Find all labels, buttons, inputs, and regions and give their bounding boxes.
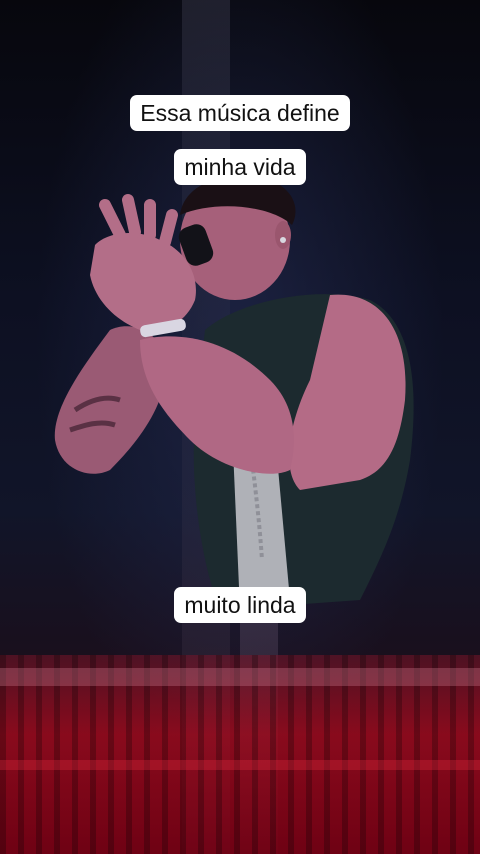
video-frame[interactable]: Essa música define minha vida muito lind…: [0, 0, 480, 854]
caption-top-line-2: minha vida: [0, 149, 480, 185]
caption-text: minha vida: [174, 149, 306, 185]
caption-text: muito linda: [174, 587, 306, 623]
caption-text: Essa música define: [130, 95, 350, 131]
caption-bottom: muito linda: [0, 587, 480, 623]
caption-top-line-1: Essa música define: [0, 95, 480, 131]
